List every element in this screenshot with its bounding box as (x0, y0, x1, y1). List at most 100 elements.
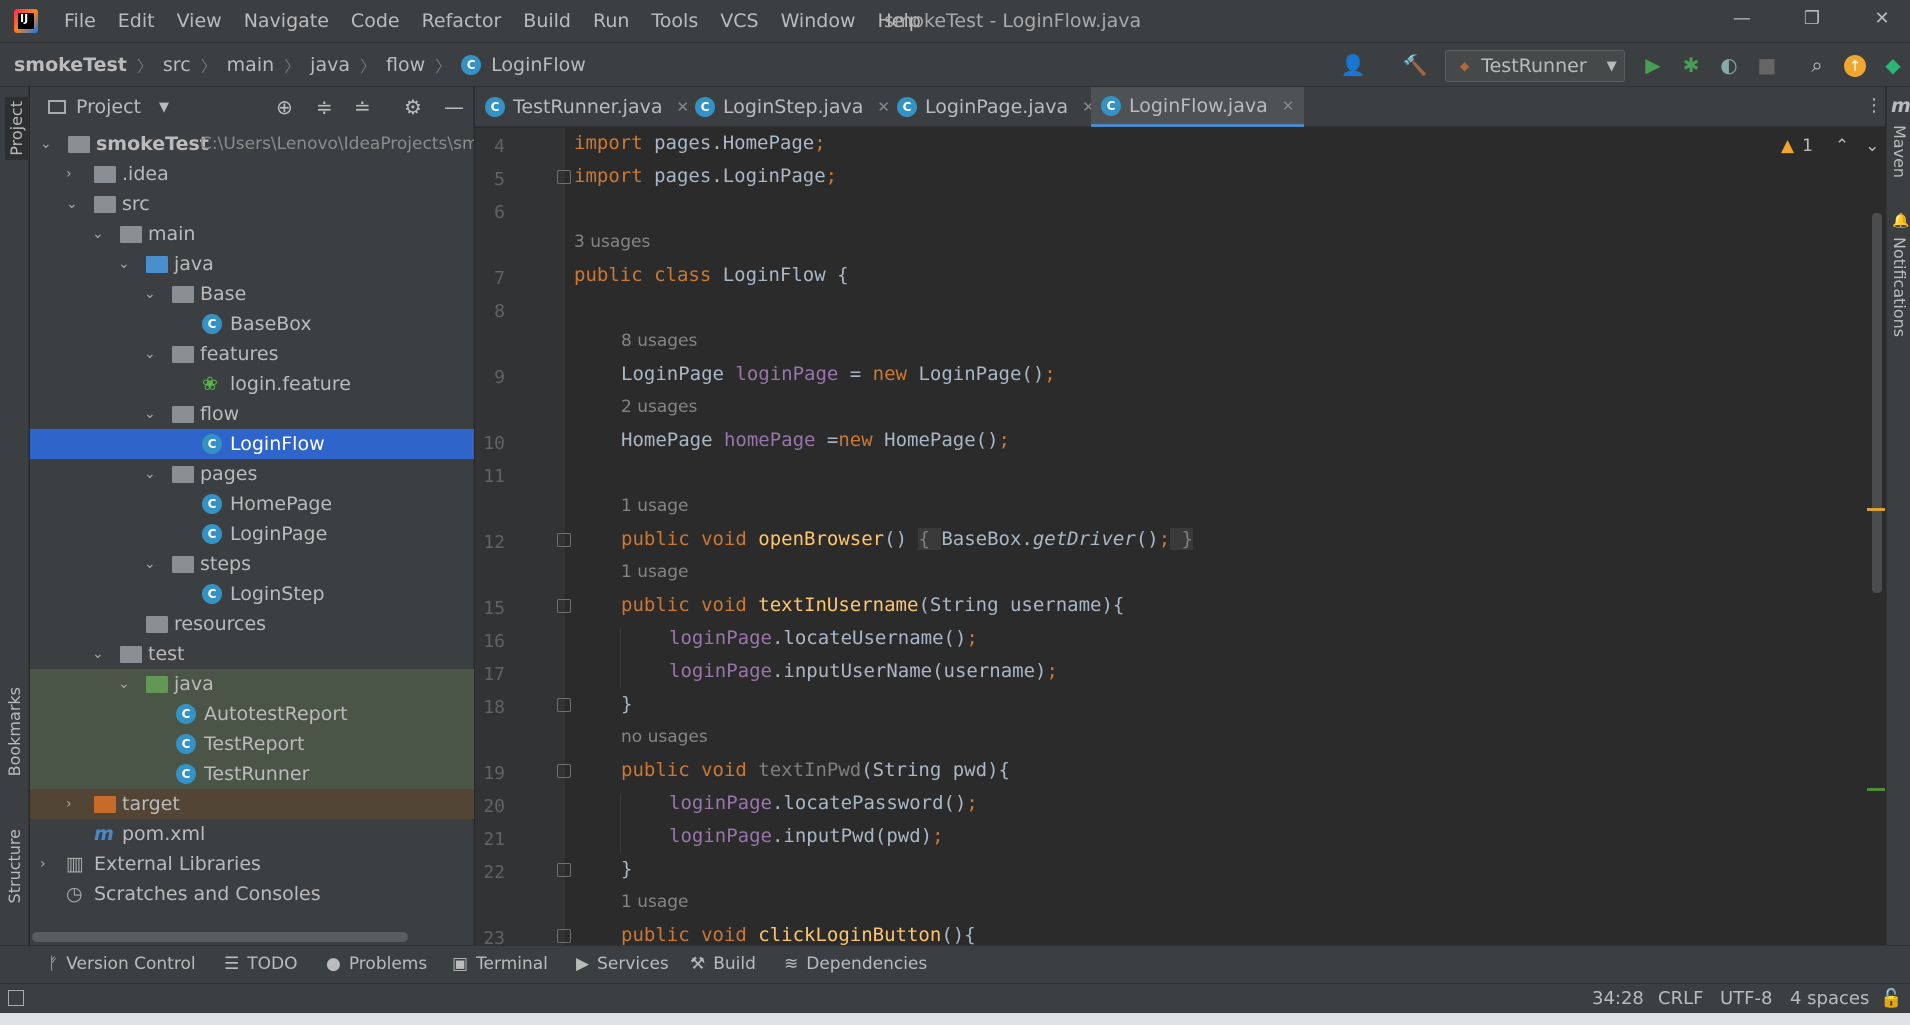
tree-row-main[interactable]: ⌄ main (30, 219, 474, 249)
tree-row-features[interactable]: ⌄ features (30, 339, 474, 369)
breadcrumb-main[interactable]: main (227, 54, 274, 76)
menu-run[interactable]: Run (593, 10, 629, 32)
menu-refactor[interactable]: Refactor (422, 10, 502, 32)
version-control-tool[interactable]: ᚠ Version Control (48, 954, 196, 974)
tree-row-smoketest[interactable]: ⌄ smokeTest C:\Users\Lenovo\IdeaProjects… (30, 129, 474, 159)
warning-marker[interactable] (1867, 508, 1885, 511)
jetbrains-icon[interactable]: ◆ (1880, 53, 1906, 79)
lock-icon[interactable]: 🔓 (1880, 988, 1902, 1009)
breadcrumb-project[interactable]: smokeTest (14, 54, 127, 76)
fold-icon[interactable] (557, 599, 571, 613)
tab-loginpage[interactable]: C LoginPage.java ✕ (887, 87, 1105, 127)
tree-row-testrunner[interactable]: C TestRunner (30, 759, 474, 789)
change-marker[interactable] (1867, 788, 1885, 791)
vertical-scrollbar[interactable] (1872, 213, 1882, 593)
breadcrumb-java[interactable]: java (310, 54, 350, 76)
tree-row-java[interactable]: ⌄ java (30, 249, 474, 279)
tree-row-basebox[interactable]: C BaseBox (30, 309, 474, 339)
fold-icon[interactable] (557, 533, 571, 547)
more-tabs-icon[interactable]: ⋮ (1865, 95, 1883, 116)
usages-hint[interactable]: 1 usage (621, 496, 689, 516)
problems-tool[interactable]: ● Problems (326, 954, 427, 974)
tree-row-loginpage[interactable]: C LoginPage (30, 519, 474, 549)
tree-row-login-feature[interactable]: ❀ login.feature (30, 369, 474, 399)
chevron-down-icon[interactable]: ▼ (159, 100, 169, 115)
menu-build[interactable]: Build (523, 10, 571, 32)
chevron-right-icon[interactable]: › (66, 789, 72, 819)
breadcrumb-loginflow[interactable]: LoginFlow (491, 54, 586, 76)
tree-row-target[interactable]: › target (30, 789, 474, 819)
tab-testrunner[interactable]: C TestRunner.java ✕ (475, 87, 699, 127)
tree-row-src[interactable]: ⌄ src (30, 189, 474, 219)
tree-row-autotestreport[interactable]: C AutotestReport (30, 699, 474, 729)
project-panel-title[interactable]: Project (76, 96, 141, 118)
chevron-down-icon[interactable]: ⌄ (144, 339, 156, 369)
cursor-position[interactable]: 34:28 (1592, 988, 1644, 1009)
build-tool[interactable]: ⚒ Build (690, 954, 756, 974)
menu-navigate[interactable]: Navigate (244, 10, 329, 32)
tree-row-test[interactable]: ⌄ test (30, 639, 474, 669)
build-hammer-icon[interactable]: 🔨 (1402, 53, 1428, 79)
tab-loginstep[interactable]: C LoginStep.java ✕ (685, 87, 900, 127)
usages-hint[interactable]: 8 usages (621, 331, 697, 351)
menu-code[interactable]: Code (351, 10, 400, 32)
update-icon[interactable]: ↑ (1844, 55, 1866, 77)
tree-row-pages[interactable]: ⌄ pages (30, 459, 474, 489)
fold-icon[interactable] (557, 698, 571, 712)
menu-tools[interactable]: Tools (651, 10, 698, 32)
tree-row-external-libraries[interactable]: › ▥ External Libraries (30, 849, 474, 879)
fold-icon[interactable] (557, 863, 571, 877)
toggle-tool-windows-icon[interactable] (8, 990, 24, 1006)
fold-icon[interactable] (557, 929, 571, 943)
tree-row-pom[interactable]: m pom.xml (30, 819, 474, 849)
minimize-icon[interactable]: — (1722, 8, 1762, 34)
tree-row-base[interactable]: ⌄ Base (30, 279, 474, 309)
run-icon[interactable]: ▶ (1640, 53, 1666, 79)
usages-hint[interactable]: 2 usages (621, 397, 697, 417)
hide-icon[interactable]: — (444, 95, 464, 119)
user-icon[interactable]: 👤 (1340, 53, 1366, 79)
tree-row-flow[interactable]: ⌄ flow (30, 399, 474, 429)
chevron-down-icon[interactable]: ⌄ (144, 399, 156, 429)
restore-icon[interactable]: ❐ (1792, 8, 1832, 34)
tree-row-steps[interactable]: ⌄ steps (30, 549, 474, 579)
chevron-down-icon[interactable]: ⌄ (92, 639, 104, 669)
chevron-down-icon[interactable]: ⌄ (40, 129, 52, 159)
line-separator[interactable]: CRLF (1658, 988, 1703, 1009)
chevron-down-icon[interactable]: ⌄ (1865, 136, 1879, 156)
chevron-right-icon[interactable]: › (40, 849, 46, 879)
dependencies-tool[interactable]: ≋ Dependencies (784, 954, 927, 974)
code-editor[interactable]: 4 5 6 7 8 9 10 11 12 15 16 17 18 19 20 2… (475, 128, 1885, 945)
chevron-up-icon[interactable]: ⌃ (1835, 136, 1849, 156)
stop-icon[interactable]: ■ (1754, 53, 1780, 79)
run-configuration-select[interactable]: ◆ TestRunner ▼ (1445, 50, 1625, 82)
search-icon[interactable]: ⌕ (1804, 53, 1830, 79)
chevron-down-icon[interactable]: ⌄ (144, 459, 156, 489)
file-encoding[interactable]: UTF-8 (1720, 988, 1772, 1009)
chevron-down-icon[interactable]: ⌄ (92, 219, 104, 249)
chevron-right-icon[interactable]: › (66, 159, 72, 189)
chevron-down-icon[interactable]: ⌄ (118, 249, 130, 279)
usages-hint[interactable]: 1 usage (621, 892, 689, 912)
tree-row-resources[interactable]: resources (30, 609, 474, 639)
locate-icon[interactable]: ⊕ (276, 95, 293, 119)
usages-hint[interactable]: 3 usages (574, 232, 650, 252)
inspection-widget[interactable]: ▲ 1 ⌃ ⌄ (1781, 136, 1879, 156)
services-tool[interactable]: ▶ Services (576, 954, 669, 974)
project-tool-tab[interactable]: Project (5, 97, 28, 160)
structure-tool-tab[interactable]: Structure (5, 829, 24, 903)
maven-tool-tab[interactable]: Maven (1890, 125, 1909, 178)
chevron-down-icon[interactable]: ⌄ (144, 549, 156, 579)
gear-icon[interactable]: ⚙ (404, 95, 422, 119)
tree-row-test-java[interactable]: ⌄ java (30, 669, 474, 699)
breadcrumb-src[interactable]: src (163, 54, 191, 76)
bookmarks-tool-tab[interactable]: Bookmarks (5, 687, 24, 776)
tree-row-scratches[interactable]: ◷ Scratches and Consoles (30, 879, 474, 909)
expand-all-icon[interactable]: ≑ (316, 95, 333, 119)
tab-loginflow[interactable]: C LoginFlow.java ✕ (1091, 87, 1305, 127)
fold-icon[interactable] (557, 764, 571, 778)
terminal-tool[interactable]: ▣ Terminal (452, 954, 548, 974)
menu-edit[interactable]: Edit (118, 10, 155, 32)
menu-vcs[interactable]: VCS (720, 10, 758, 32)
menu-file[interactable]: File (64, 10, 96, 32)
